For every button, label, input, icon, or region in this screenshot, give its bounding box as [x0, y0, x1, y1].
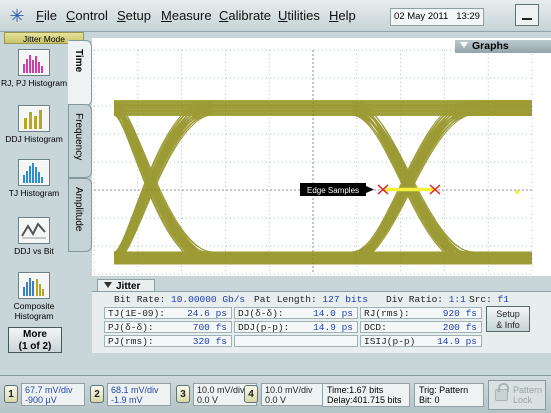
- graphs-title: Graphs: [472, 40, 509, 52]
- menu-measure[interactable]: Measure: [161, 8, 212, 23]
- date-text: 02 May 2011: [394, 11, 449, 22]
- channel-4-text: 10.0 mV/div 0.0 V: [261, 383, 325, 406]
- annotation-arrow: [366, 186, 374, 193]
- channel-4-scale[interactable]: 4 10.0 mV/div 0.0 V: [244, 381, 328, 409]
- lock-label: Lock: [513, 395, 533, 405]
- tool-label: DDJ vs Bit: [14, 246, 54, 256]
- histogram-icon: [18, 105, 50, 132]
- date-time-display: 02 May 2011 13:29: [390, 8, 484, 26]
- tj-histogram-button[interactable]: TJ Histogram: [0, 159, 68, 198]
- channel-4-offset-text: 0.0 V: [265, 395, 287, 405]
- tool-label: TJ Histogram: [8, 188, 60, 198]
- menu-help[interactable]: Help: [329, 8, 356, 23]
- pat-length-readout: Pat Length: 127 bits: [254, 294, 369, 305]
- empty-readout: [234, 335, 358, 347]
- menu-file[interactable]: File: [36, 8, 57, 23]
- ddj-vs-bit-icon: [18, 217, 50, 244]
- tab-time[interactable]: Time: [68, 40, 92, 106]
- pj-rms-readout: PJ(rms): 320 fs: [104, 335, 232, 347]
- delay-text: Delay:401.715 bits: [327, 395, 402, 405]
- ddj-histogram-button[interactable]: DDJ Histogram: [0, 105, 68, 144]
- info-label: & Info: [496, 320, 520, 330]
- histogram-icon: [18, 49, 50, 76]
- more-page-label: (1 of 2): [18, 341, 52, 352]
- more-label: More: [23, 329, 47, 340]
- isij-readout: ISIJ(p-p) 14.9 ps: [360, 335, 482, 347]
- setup-info-button[interactable]: Setup & Info: [486, 306, 530, 332]
- pattern-lock-label: Pattern: [513, 385, 543, 395]
- rj-readout: RJ(rms): 920 fs: [360, 307, 482, 319]
- rj-pj-histogram-button[interactable]: RJ, PJ Histogram: [0, 49, 68, 88]
- trigger-text: Trig: Pattern: [419, 385, 469, 395]
- bottom-status-bar: 1 67.7 mV/div -900 µV 2 68.1 mV/div -1.9 m…: [0, 375, 551, 413]
- ddj-readout: DDJ(p-p): 14.9 ps: [234, 321, 358, 333]
- timebase-readout[interactable]: Time:1.67 bits Delay:401.715 bits: [322, 383, 410, 407]
- channel-1-offset-text: -900 µV: [25, 395, 57, 405]
- graphs-header[interactable]: Graphs: [455, 40, 551, 53]
- dcd-readout: DCD: 200 fs: [360, 321, 482, 333]
- tool-label: RJ, PJ Histogram: [0, 78, 68, 88]
- agilent-spark-icon[interactable]: ✳: [6, 5, 28, 27]
- histogram-icon: [18, 159, 50, 186]
- jitter-mode-panel: Jitter Mode RJ, PJ Histogram DDJ Histogr…: [0, 32, 84, 354]
- collapse-arrow-icon: [460, 42, 468, 48]
- eye-diagram-canvas: Edge Samples: [93, 49, 533, 275]
- channel-2-offset-text: -1.9 mV: [111, 395, 143, 405]
- pj-readout: PJ(δ-δ): 700 fs: [104, 321, 232, 333]
- lock-icon: [495, 383, 509, 401]
- edge-samples-annotation: Edge Samples: [307, 186, 359, 195]
- channel-4-badge: 4: [244, 385, 258, 403]
- channel-1-scale[interactable]: 1 67.7 mV/div -900 µV: [4, 381, 88, 409]
- channel-1-scale-text: 67.7 mV/div: [25, 385, 73, 395]
- menu-control[interactable]: Control: [66, 8, 108, 23]
- eye-traces: [113, 100, 532, 265]
- menu-bar: ✳ File Control Setup Measure Calibrate U…: [0, 0, 551, 32]
- channel-4-scale-text: 10.0 mV/div: [265, 385, 313, 395]
- time-scale-text: Time:1.67 bits: [327, 385, 384, 395]
- channel-1-text: 67.7 mV/div -900 µV: [21, 383, 85, 406]
- channel-2-text: 68.1 mV/div -1.9 mV: [107, 383, 171, 406]
- more-button[interactable]: More (1 of 2): [8, 327, 62, 353]
- collapse-arrow-icon: [104, 282, 112, 288]
- trigger-bit-text: Bit: 0: [419, 395, 440, 405]
- tool-label: Composite Histogram: [13, 301, 55, 321]
- pattern-lock-button[interactable]: Pattern Lock: [488, 380, 546, 410]
- source-readout: Src: f1: [469, 294, 509, 305]
- tool-label: DDJ Histogram: [5, 134, 63, 144]
- channel-2-scale-text: 68.1 mV/div: [111, 385, 159, 395]
- div-ratio-readout: Div Ratio: 1:1: [386, 294, 466, 305]
- histogram-icon: [18, 272, 50, 299]
- tab-frequency[interactable]: Frequency: [68, 104, 92, 178]
- tab-amplitude[interactable]: Amplitude: [68, 178, 92, 252]
- channel-2-scale[interactable]: 2 68.1 mV/div -1.9 mV: [90, 381, 174, 409]
- composite-histogram-button[interactable]: Composite Histogram: [0, 272, 68, 321]
- minimize-icon[interactable]: [515, 4, 539, 26]
- setup-label: Setup: [496, 309, 520, 319]
- menu-setup[interactable]: Setup: [117, 8, 151, 23]
- eye-diagram-graph[interactable]: Edge Samples: [92, 38, 551, 276]
- ddj-vs-bit-button[interactable]: DDJ vs Bit: [0, 217, 68, 256]
- time-text: 13:29: [456, 11, 480, 22]
- dj-readout: DJ(δ-δ): 14.0 ps: [234, 307, 358, 319]
- menu-calibrate[interactable]: Calibrate: [219, 8, 271, 23]
- menu-utilities[interactable]: Utilities: [278, 8, 320, 23]
- channel-3-badge: 3: [176, 385, 190, 403]
- tj-readout: TJ(1E-09): 24.6 ps: [104, 307, 232, 319]
- channel-2-badge: 2: [90, 385, 104, 403]
- jitter-results-panel: Bit Rate: 10.00000 Gb/s Pat Length: 127 …: [92, 291, 551, 353]
- right-marker: [515, 190, 519, 194]
- bit-rate-readout: Bit Rate: 10.00000 Gb/s: [114, 294, 246, 305]
- trigger-readout[interactable]: Trig: Pattern Bit: 0: [414, 383, 484, 407]
- channel-1-badge: 1: [4, 385, 18, 403]
